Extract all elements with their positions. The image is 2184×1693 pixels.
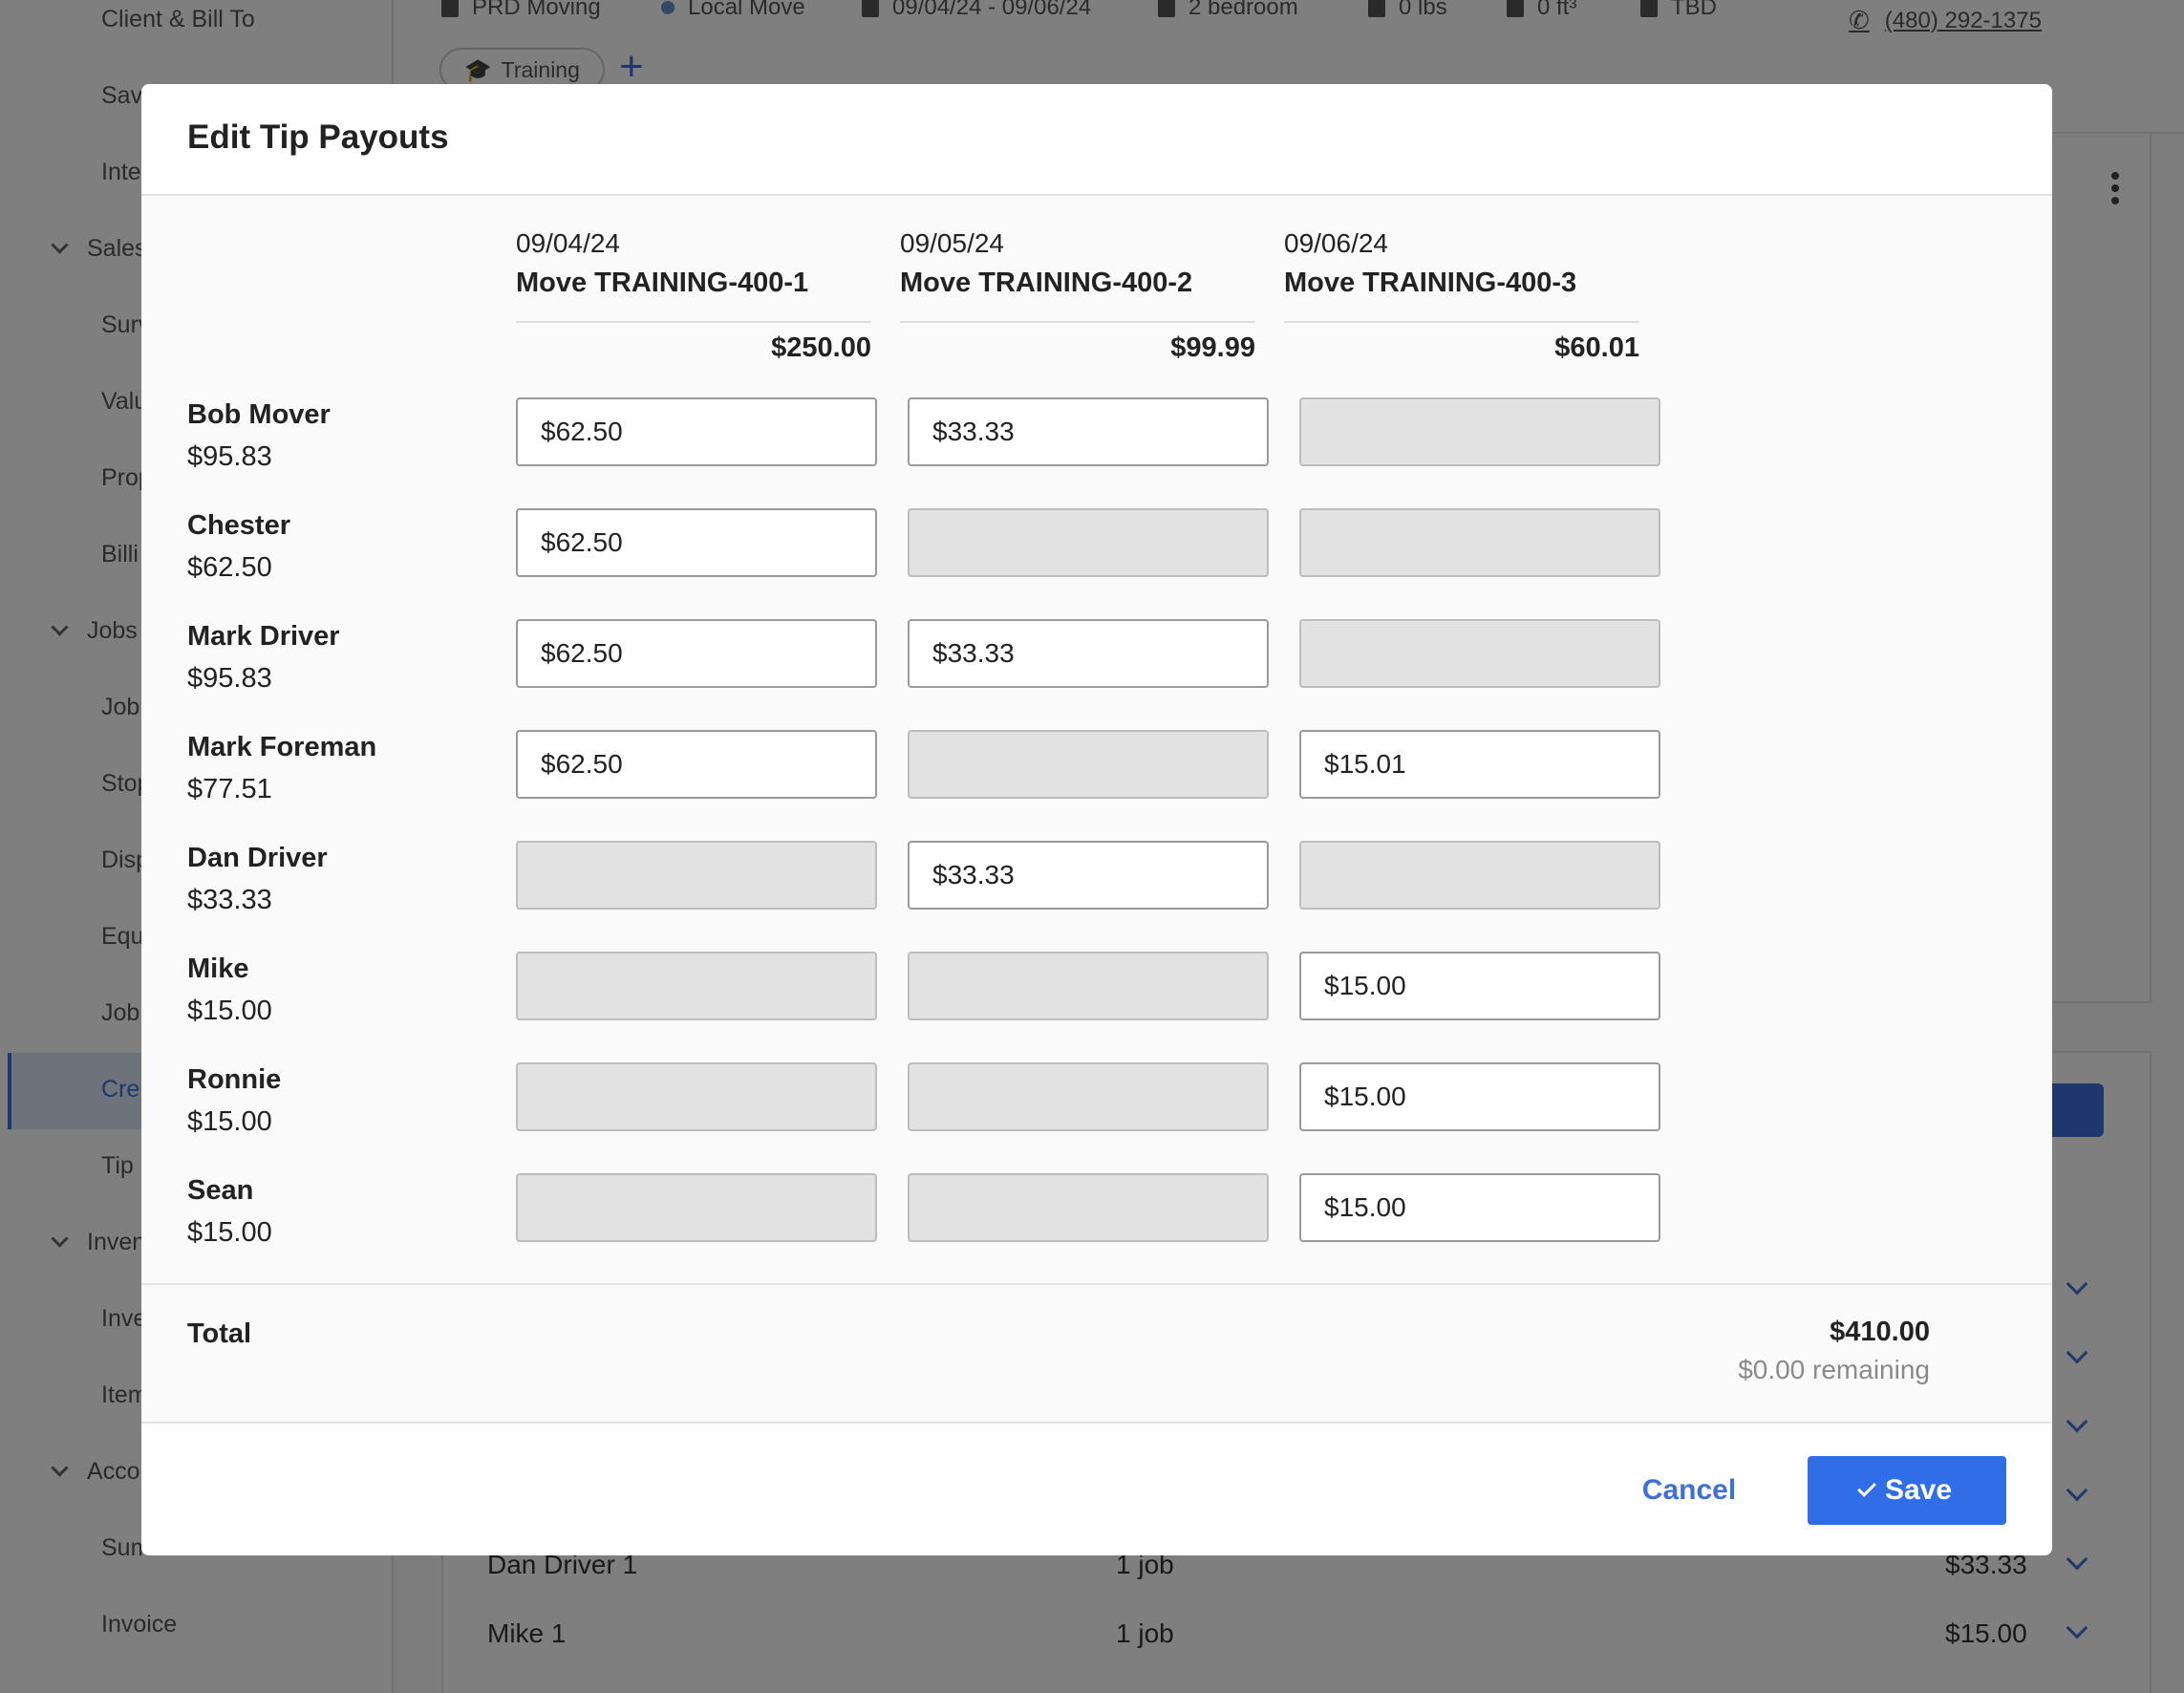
tip-input[interactable] — [908, 508, 1269, 577]
job-date: 09/04/24 — [516, 228, 620, 258]
job-name: Move TRAINING-400-3 — [1284, 268, 1577, 298]
tip-input[interactable] — [908, 952, 1269, 1020]
job-date: 09/06/24 — [1284, 228, 1388, 258]
tip-input[interactable] — [516, 619, 877, 688]
tip-input[interactable] — [1299, 730, 1660, 799]
modal-title: Edit Tip Payouts — [187, 118, 449, 156]
job-column-header: 09/06/24 Move TRAINING-400-3 $60.01 — [1284, 227, 1639, 364]
job-name: Move TRAINING-400-2 — [900, 268, 1193, 298]
modal-header: Edit Tip Payouts — [141, 84, 2052, 196]
tip-input[interactable] — [1299, 952, 1660, 1020]
job-column-header: 09/04/24 Move TRAINING-400-1 $250.00 — [516, 227, 871, 364]
total-label: Total — [187, 1318, 252, 1349]
tip-input[interactable] — [516, 841, 877, 910]
tip-input[interactable] — [1299, 1062, 1660, 1131]
job-date: 09/05/24 — [900, 228, 1004, 258]
crew-member-name: Chester — [187, 510, 290, 541]
crew-member-total: $33.33 — [187, 885, 272, 915]
tip-input[interactable] — [516, 952, 877, 1020]
divider — [141, 1283, 2052, 1285]
crew-member-name: Mark Driver — [187, 621, 340, 652]
tip-input[interactable] — [1299, 1173, 1660, 1242]
job-name: Move TRAINING-400-1 — [516, 268, 809, 298]
tip-input[interactable] — [516, 397, 877, 466]
check-icon — [1857, 1478, 1876, 1497]
tip-input[interactable] — [1299, 841, 1660, 910]
tip-input[interactable] — [908, 397, 1269, 466]
job-tip-total: $250.00 — [771, 332, 871, 363]
tip-input[interactable] — [516, 1173, 877, 1242]
crew-member-total: $95.83 — [187, 663, 272, 694]
job-tip-total: $60.01 — [1554, 332, 1639, 363]
tip-input[interactable] — [516, 730, 877, 799]
crew-member-name: Mike — [187, 954, 249, 984]
crew-member-name: Dan Driver — [187, 843, 328, 873]
save-button[interactable]: Save — [1808, 1456, 2006, 1525]
tip-input[interactable] — [908, 730, 1269, 799]
crew-member-total: $15.00 — [187, 1217, 272, 1248]
remaining-amount: $0.00 remaining — [1738, 1355, 1930, 1384]
tip-input[interactable] — [908, 1062, 1269, 1131]
crew-member-total: $15.00 — [187, 1106, 272, 1137]
divider — [900, 321, 1255, 323]
crew-member-name: Sean — [187, 1175, 254, 1206]
total-amount: $410.00 — [1830, 1317, 1930, 1347]
crew-member-total: $62.50 — [187, 552, 272, 583]
tip-input[interactable] — [1299, 619, 1660, 688]
tip-input[interactable] — [1299, 397, 1660, 466]
job-tip-total: $99.99 — [1170, 332, 1255, 363]
divider — [516, 321, 871, 323]
cancel-button[interactable]: Cancel — [1613, 1456, 1766, 1525]
tip-input[interactable] — [1299, 508, 1660, 577]
tip-input[interactable] — [908, 619, 1269, 688]
crew-member-name: Mark Foreman — [187, 732, 377, 762]
crew-member-total: $95.83 — [187, 441, 272, 472]
tip-input[interactable] — [908, 841, 1269, 910]
tip-input[interactable] — [908, 1173, 1269, 1242]
crew-member-name: Ronnie — [187, 1064, 282, 1095]
tip-input[interactable] — [516, 1062, 877, 1131]
crew-member-total: $77.51 — [187, 774, 272, 804]
divider — [1284, 321, 1639, 323]
crew-member-total: $15.00 — [187, 996, 272, 1026]
job-column-header: 09/05/24 Move TRAINING-400-2 $99.99 — [900, 227, 1255, 364]
tip-input[interactable] — [516, 508, 877, 577]
modal-footer: Cancel Save — [141, 1422, 2052, 1555]
crew-member-name: Bob Mover — [187, 399, 331, 430]
edit-tip-payouts-modal: Edit Tip Payouts 09/04/24 Move TRAINING-… — [141, 84, 2052, 1555]
